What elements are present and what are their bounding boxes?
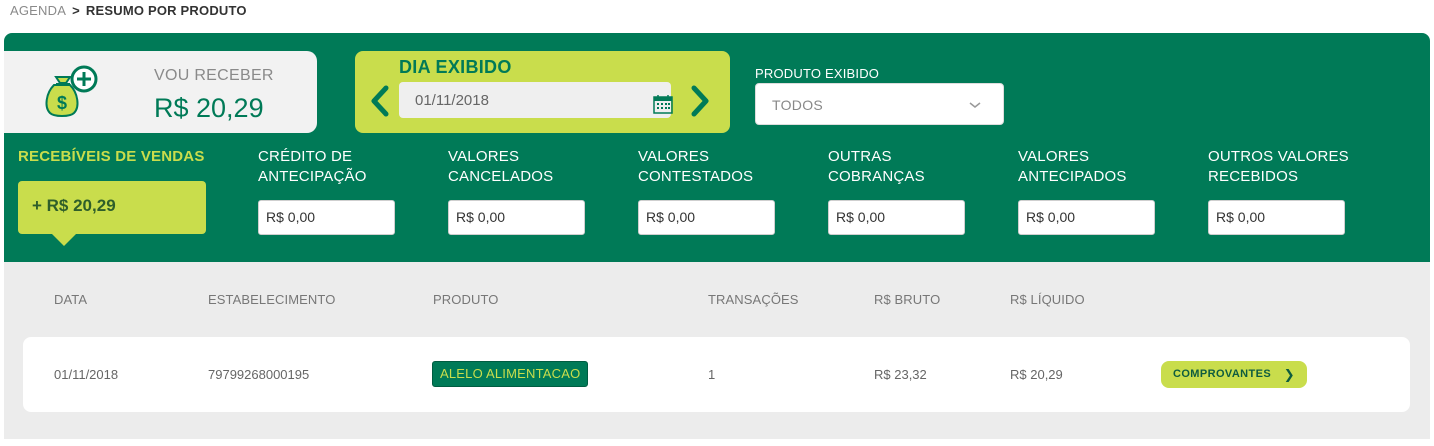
table-row: 01/11/2018 79799268000195 ALELO ALIMENTA… <box>23 337 1410 412</box>
sales-pointer <box>52 234 76 246</box>
cell-establishment: 79799268000195 <box>208 367 310 382</box>
category-label-line2: RECEBIDOS <box>1208 168 1299 185</box>
column-header-product: PRODUTO <box>433 292 499 307</box>
product-select-value: TODOS <box>772 97 824 113</box>
category-other-charges-value[interactable]: R$ 0,00 <box>828 200 965 235</box>
product-badge: ALELO ALIMENTACAO <box>432 361 589 387</box>
category-label-line1: VALORES <box>1018 148 1090 165</box>
category-cancelled: VALORES CANCELADOS <box>448 147 553 187</box>
category-anticipated: VALORES ANTECIPADOS <box>1018 147 1127 187</box>
category-label-line1: VALORES <box>448 148 520 165</box>
svg-text:$: $ <box>57 93 67 113</box>
cell-transactions: 1 <box>708 367 716 382</box>
column-header-gross: R$ BRUTO <box>874 292 941 307</box>
receipts-button-label: COMPROVANTES <box>1173 368 1272 380</box>
results-table: DATA ESTABELECIMENTO PRODUTO TRANSAÇÕES … <box>4 262 1430 439</box>
category-credit-anticipation-value[interactable]: R$ 0,00 <box>258 200 395 235</box>
category-label-line1: OUTROS VALORES <box>1208 148 1349 165</box>
date-input[interactable] <box>399 82 671 118</box>
category-contested: VALORES CONTESTADOS <box>638 147 753 187</box>
category-anticipated-value[interactable]: R$ 0,00 <box>1018 200 1155 235</box>
category-label-line2: ANTECIPADOS <box>1018 168 1127 185</box>
breadcrumb-agenda-link[interactable]: AGENDA <box>10 3 66 18</box>
day-title: DIA EXIBIDO <box>399 57 512 77</box>
cell-gross: R$ 23,32 <box>874 367 927 382</box>
column-header-transactions: TRANSAÇÕES <box>708 292 799 307</box>
category-label-line1: CRÉDITO DE <box>258 148 353 165</box>
chevron-right-icon: ❯ <box>1283 367 1295 382</box>
cell-net: R$ 20,29 <box>1010 367 1063 382</box>
summary-panel: $ VOU RECEBER R$ 20,29 DIA EXIBIDO PRODU <box>4 33 1430 262</box>
breadcrumb-separator: > <box>72 3 80 18</box>
chevron-right-icon[interactable] <box>689 85 711 117</box>
receipts-button[interactable]: COMPROVANTES ❯ <box>1161 361 1307 388</box>
chevron-left-icon[interactable] <box>369 85 391 117</box>
breadcrumb: AGENDA > RESUMO POR PRODUTO <box>10 3 247 18</box>
day-selector: DIA EXIBIDO <box>355 51 730 133</box>
product-label: PRODUTO EXIBIDO <box>755 66 880 81</box>
category-other-received: OUTROS VALORES RECEBIDOS <box>1208 147 1349 187</box>
receive-value: R$ 20,29 <box>154 93 264 123</box>
category-label-line1: VALORES <box>638 148 710 165</box>
money-bag-plus-icon: $ <box>45 65 98 117</box>
category-label-line2: ANTECIPAÇÃO <box>258 168 367 185</box>
receive-card: $ VOU RECEBER R$ 20,29 <box>4 51 317 133</box>
category-label-line1: OUTRAS <box>828 148 892 165</box>
category-other-received-value[interactable]: R$ 0,00 <box>1208 200 1345 235</box>
category-cancelled-value[interactable]: R$ 0,00 <box>448 200 585 235</box>
category-label-line2: CONTESTADOS <box>638 168 754 185</box>
category-sales-label: RECEBÍVEIS DE VENDAS <box>18 148 205 165</box>
product-select[interactable]: TODOS <box>755 83 1004 125</box>
category-sales: RECEBÍVEIS DE VENDAS <box>18 147 205 167</box>
column-header-establishment: ESTABELECIMENTO <box>208 292 336 307</box>
category-label-line2: CANCELADOS <box>448 168 554 185</box>
column-header-net: R$ LÍQUIDO <box>1010 292 1085 307</box>
receive-label: VOU RECEBER <box>154 67 274 84</box>
breadcrumb-current: RESUMO POR PRODUTO <box>85 3 247 18</box>
calendar-icon[interactable] <box>653 94 673 114</box>
category-contested-value[interactable]: R$ 0,00 <box>638 200 775 235</box>
category-label-line2: COBRANÇAS <box>828 168 925 185</box>
chevron-down-icon <box>969 102 981 108</box>
column-header-date: DATA <box>54 292 88 307</box>
sales-value-box[interactable]: + R$ 20,29 <box>18 181 206 246</box>
cell-date: 01/11/2018 <box>54 367 119 382</box>
sales-value: + R$ 20,29 <box>32 196 116 215</box>
category-other-charges: OUTRAS COBRANÇAS <box>828 147 925 187</box>
category-credit-anticipation: CRÉDITO DE ANTECIPAÇÃO <box>258 147 367 187</box>
